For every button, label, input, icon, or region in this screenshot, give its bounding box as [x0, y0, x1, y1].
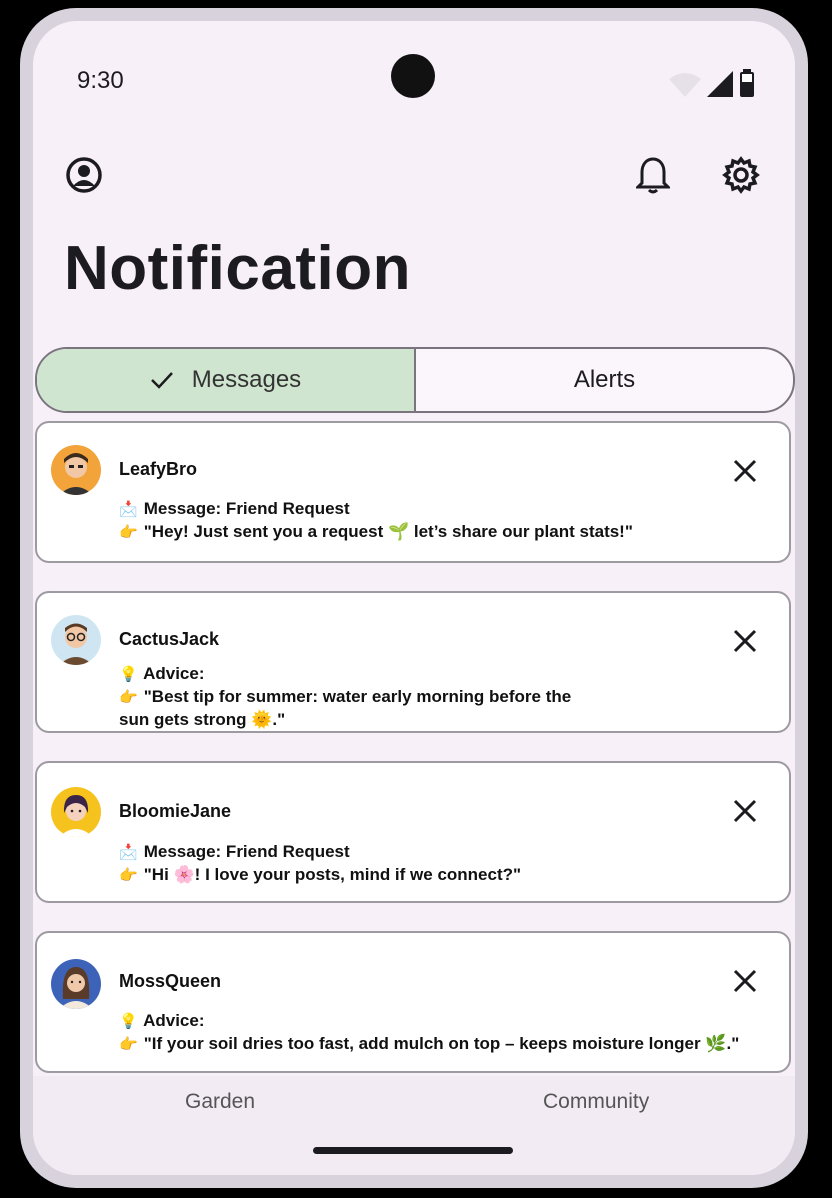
tab-alerts[interactable]: Alerts: [416, 349, 793, 411]
nav-garden[interactable]: Garden: [185, 1090, 255, 1114]
avatar: [51, 445, 101, 495]
pointing-hand-icon: 👉: [119, 524, 138, 541]
camera-cutout: [391, 54, 435, 98]
notification-type: 💡 Advice:: [119, 1011, 205, 1030]
notification-type: 📩 Message: Friend Request: [119, 842, 350, 861]
home-indicator[interactable]: [313, 1147, 513, 1154]
username: CactusJack: [119, 629, 220, 649]
pointing-hand-icon: 👉: [119, 867, 138, 884]
envelope-icon: 📩: [119, 501, 138, 518]
signal-icon: [707, 71, 733, 97]
notification-body: 👉 "If your soil dries too fast, add mulc…: [119, 1034, 740, 1053]
screen: 9:30 Notification Messages Alerts LeafyB…: [33, 21, 795, 1175]
avatar: [51, 959, 101, 1009]
page-title: Notification: [64, 234, 411, 303]
notification-body: 👉 "Hi 🌸! I love your posts, mind if we c…: [119, 865, 522, 884]
battery-icon: [740, 69, 754, 97]
close-icon[interactable]: [731, 627, 759, 655]
profile-icon[interactable]: [64, 155, 104, 195]
tab-messages-label: Messages: [191, 366, 302, 393]
wifi-icon: [669, 73, 701, 97]
gear-icon[interactable]: [721, 155, 761, 195]
nav-community[interactable]: Community: [543, 1090, 649, 1114]
lightbulb-icon: 💡: [119, 1013, 138, 1030]
notification-card[interactable]: MossQueen 💡 Advice: 👉 "If your soil drie…: [35, 931, 791, 1073]
status-time: 9:30: [77, 67, 124, 94]
pointing-hand-icon: 👉: [119, 1036, 138, 1053]
pointing-hand-icon: 👉: [119, 689, 138, 706]
close-icon[interactable]: [731, 967, 759, 995]
lightbulb-icon: 💡: [119, 666, 138, 683]
notification-card[interactable]: CactusJack 💡 Advice: 👉 "Best tip for sum…: [35, 591, 791, 733]
tab-alerts-label: Alerts: [573, 366, 636, 393]
notification-card[interactable]: BloomieJane 📩 Message: Friend Request 👉 …: [35, 761, 791, 903]
envelope-icon: 📩: [119, 844, 138, 861]
username: BloomieJane: [119, 801, 232, 821]
close-icon[interactable]: [731, 457, 759, 485]
avatar: [51, 787, 101, 837]
close-icon[interactable]: [731, 797, 759, 825]
tab-messages[interactable]: Messages: [37, 349, 416, 411]
bottom-nav: Garden Community: [33, 1076, 795, 1175]
notification-body: 👉 "Best tip for summer: water early morn…: [119, 687, 572, 706]
check-icon: [150, 372, 173, 389]
notification-body: 👉 "Hey! Just sent you a request 🌱 let’s …: [119, 522, 633, 541]
notification-type: 📩 Message: Friend Request: [119, 499, 350, 518]
username: LeafyBro: [119, 459, 198, 479]
notification-body-continued: sun gets strong 🌞.": [119, 710, 286, 729]
bell-icon[interactable]: [633, 155, 673, 195]
status-icons: [669, 69, 755, 97]
notification-card[interactable]: LeafyBro 📩 Message: Friend Request 👉 "He…: [35, 421, 791, 563]
username: MossQueen: [119, 971, 222, 991]
avatar: [51, 615, 101, 665]
tab-bar: Messages Alerts: [35, 347, 795, 413]
notification-type: 💡 Advice:: [119, 664, 205, 683]
